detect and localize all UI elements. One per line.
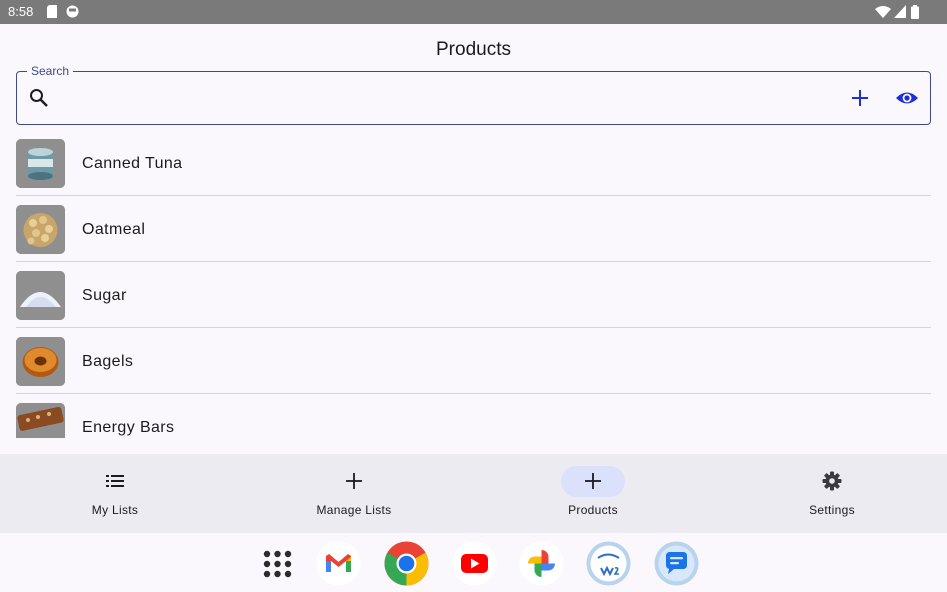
youtube-icon[interactable]	[452, 541, 497, 586]
nav-item-settings[interactable]: Settings	[752, 454, 912, 533]
list-item[interactable]: Bagels	[16, 328, 931, 394]
list-item[interactable]: Oatmeal	[16, 196, 931, 262]
product-list[interactable]: Canned Tuna Oatmeal Sugar Bagels Energy …	[16, 130, 931, 438]
search-label: Search	[27, 64, 74, 78]
plus-icon	[585, 473, 601, 489]
product-name: Canned Tuna	[82, 155, 183, 172]
list-item[interactable]: Sugar	[16, 262, 931, 328]
sugar-image	[16, 271, 65, 320]
list-item[interactable]: Canned Tuna	[16, 130, 931, 196]
list-item[interactable]: Energy Bars	[16, 394, 931, 438]
add-product-button[interactable]	[849, 87, 871, 109]
nav-item-manage-lists[interactable]: Manage Lists	[274, 454, 434, 533]
product-name: Energy Bars	[82, 419, 175, 436]
page-title: Products	[436, 39, 511, 60]
app-drawer-icon[interactable]	[255, 541, 300, 586]
search-field[interactable]: Search	[16, 64, 931, 125]
gear-icon	[822, 471, 842, 491]
search-icon	[30, 89, 48, 107]
messages-icon[interactable]	[654, 541, 699, 586]
chrome-icon[interactable]	[384, 541, 429, 586]
oatmeal-image	[16, 205, 65, 254]
search-input[interactable]	[61, 84, 821, 112]
wifi-icon	[875, 6, 891, 18]
status-time: 8:58	[8, 4, 34, 19]
bottom-navigation: My Lists Manage Lists Products Settings	[0, 454, 947, 533]
list-icon	[106, 475, 124, 487]
product-name: Oatmeal	[82, 221, 146, 238]
sd-card-icon	[47, 5, 57, 18]
eye-icon[interactable]	[895, 87, 919, 109]
app-dock	[0, 533, 947, 592]
nav-label: Products	[568, 503, 618, 517]
signal-icon	[894, 5, 906, 18]
energy-bar-image	[16, 403, 65, 438]
battery-icon	[911, 5, 919, 19]
nav-label: Settings	[809, 503, 855, 517]
canned-tuna-image	[16, 139, 65, 188]
circle-app-icon	[66, 5, 79, 18]
plus-icon	[346, 473, 362, 489]
nav-label: Manage Lists	[316, 503, 392, 517]
bagel-image	[16, 337, 65, 386]
nav-item-my-lists[interactable]: My Lists	[35, 454, 195, 533]
product-name: Sugar	[82, 287, 127, 304]
nav-label: My Lists	[91, 503, 139, 517]
product-name: Bagels	[82, 353, 134, 370]
gmail-icon[interactable]	[316, 541, 361, 586]
nav-item-products[interactable]: Products	[513, 454, 673, 533]
super-w2-icon[interactable]	[586, 541, 631, 586]
photos-icon[interactable]	[519, 541, 564, 586]
status-bar: 8:58	[0, 0, 947, 24]
